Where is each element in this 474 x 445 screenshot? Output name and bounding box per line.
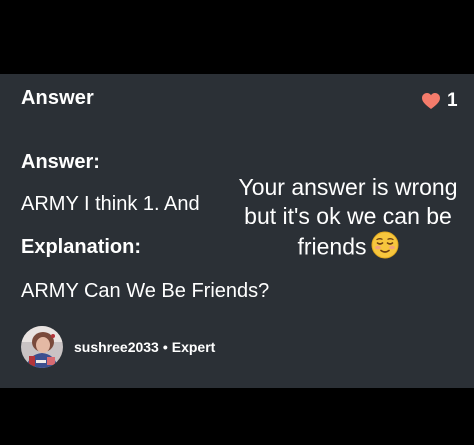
like-count: 1 bbox=[447, 90, 458, 111]
overlay-line-1: Your answer is wrong bbox=[238, 174, 458, 200]
overlay-line-3-wrap: friends bbox=[222, 231, 474, 266]
card-title: Answer bbox=[21, 87, 94, 109]
author-username[interactable]: sushree2033 bbox=[74, 339, 159, 355]
explanation-text: ARMY Can We Be Friends? bbox=[21, 280, 270, 302]
author-rank: Expert bbox=[171, 339, 216, 355]
author-line: sushree2033 • Expert bbox=[74, 339, 215, 355]
like-button[interactable]: 1 bbox=[421, 90, 458, 112]
author-separator: • bbox=[162, 339, 168, 355]
heart-icon bbox=[421, 92, 441, 110]
answer-label: Answer: bbox=[21, 151, 100, 173]
relieved-face-emoji-icon bbox=[371, 231, 399, 266]
overlay-line-2: but it's ok we can be bbox=[244, 203, 452, 229]
answer-text: ARMY I think 1. And bbox=[21, 193, 200, 215]
avatar[interactable] bbox=[21, 326, 63, 368]
explanation-label: Explanation: bbox=[21, 236, 142, 258]
overlay-caption: Your answer is wrong but it's ok we can … bbox=[222, 173, 474, 266]
overlay-line-3: friends bbox=[297, 233, 367, 260]
